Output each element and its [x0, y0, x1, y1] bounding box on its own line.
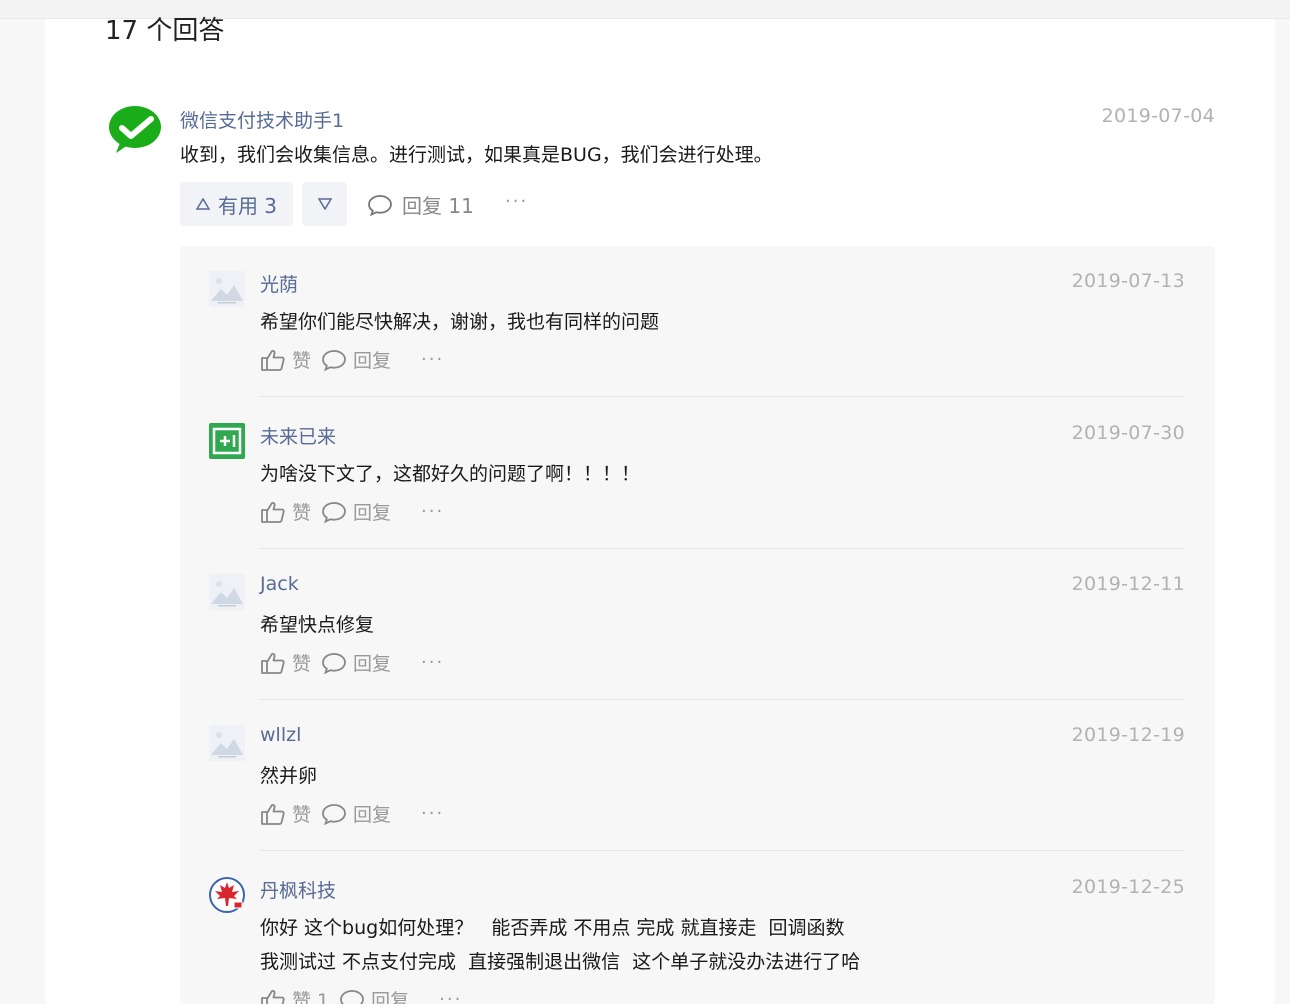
upvote-button[interactable]: 有用 3	[180, 182, 293, 226]
comment-date: 2019-07-30	[1071, 422, 1185, 444]
thumbs-up-icon	[261, 803, 285, 825]
reply-label: 回复	[371, 990, 410, 1004]
triangle-up-icon	[195, 198, 210, 210]
like-button[interactable]: 赞	[260, 346, 311, 373]
comment-actions: 赞 回复 ···	[260, 800, 444, 827]
wechat-logo-avatar[interactable]	[108, 105, 162, 155]
thumbs-up-icon	[261, 349, 285, 371]
comment-item: 光荫 2019-07-13 希望你们能尽快解决，谢谢，我也有同样的问题 赞 回复…	[180, 246, 1215, 397]
more-button[interactable]: ···	[421, 501, 444, 522]
comment-bubble-icon	[322, 652, 346, 674]
comment-text: 为啥没下文了，这都好久的问题了啊！！！！	[260, 463, 641, 485]
answer-reply-label: 回复 11	[402, 194, 474, 218]
like-label: 赞 1	[292, 990, 330, 1004]
avatar-maple-leaf-icon[interactable]	[209, 877, 245, 913]
comment-bubble-icon	[368, 194, 392, 216]
comment-item: 未来已来 2019-07-30 为啥没下文了，这都好久的问题了啊！！！！ 赞 回…	[180, 398, 1215, 549]
answer-more-button[interactable]: ···	[505, 191, 528, 212]
comments-panel: 光荫 2019-07-13 希望你们能尽快解决，谢谢，我也有同样的问题 赞 回复…	[180, 246, 1215, 1004]
comment-text-line-2: 我测试过 不点支付完成 直接强制退出微信 这个单子就没办法进行了哈	[260, 951, 861, 973]
triangle-down-icon	[317, 198, 332, 210]
reply-button[interactable]: 回复	[321, 800, 391, 827]
answer-author-link[interactable]: 微信支付技术助手1	[180, 106, 344, 133]
comment-author-link[interactable]: 未来已来	[260, 422, 336, 449]
avatar-placeholder-icon[interactable]	[209, 271, 245, 307]
avatar-placeholder-icon[interactable]	[209, 574, 245, 610]
thumbs-up-icon	[261, 989, 285, 1004]
comment-bubble-icon	[322, 501, 346, 523]
reply-label: 回复	[353, 502, 392, 524]
avatar-green-plus-icon[interactable]	[209, 423, 245, 459]
comment-actions: 赞 回复 ···	[260, 649, 444, 676]
reply-button[interactable]: 回复	[321, 346, 391, 373]
like-button[interactable]: 赞 1	[260, 986, 329, 1004]
comment-actions: 赞 回复 ···	[260, 346, 444, 373]
reply-label: 回复	[353, 653, 392, 675]
comment-item: 丹枫科技 2019-12-25 你好 这个bug如何处理？ 能否弄成 不用点 完…	[180, 852, 1215, 1004]
thumbs-up-icon	[261, 501, 285, 523]
comment-author-link[interactable]: 丹枫科技	[260, 876, 336, 903]
avatar-placeholder-icon[interactable]	[209, 725, 245, 761]
like-button[interactable]: 赞	[260, 498, 311, 525]
thumbs-up-icon	[261, 652, 285, 674]
divider	[260, 396, 1185, 397]
comment-text: 然并卵	[260, 765, 318, 787]
like-label: 赞	[292, 804, 312, 826]
comment-item: Jack 2019-12-11 希望快点修复 赞 回复 ···	[180, 549, 1215, 700]
comment-author-link[interactable]: wllzl	[260, 724, 301, 746]
comment-text-line-1: 你好 这个bug如何处理？ 能否弄成 不用点 完成 就直接走 回调函数	[260, 917, 845, 939]
comment-date: 2019-12-19	[1071, 724, 1185, 746]
downvote-button[interactable]	[302, 182, 347, 226]
more-button[interactable]: ···	[439, 989, 462, 1004]
comment-bubble-icon	[322, 349, 346, 371]
reply-label: 回复	[353, 804, 392, 826]
reply-button[interactable]: 回复	[321, 649, 391, 676]
reply-label: 回复	[353, 350, 392, 372]
reply-button[interactable]: 回复	[339, 986, 409, 1004]
answers-card: 17 个回答 微信支付技术助手1 2019-07-04 收到，我们会收集信息。进…	[45, 16, 1275, 1004]
comment-author-link[interactable]: 光荫	[260, 270, 298, 297]
comment-text: 希望快点修复	[260, 614, 375, 636]
like-button[interactable]: 赞	[260, 649, 311, 676]
comment-item: wllzl 2019-12-19 然并卵 赞 回复 ···	[180, 700, 1215, 851]
answers-count-title: 17 个回答	[105, 16, 225, 46]
upvote-label: 有用 3	[217, 193, 278, 218]
comment-date: 2019-12-25	[1071, 876, 1185, 898]
like-button[interactable]: 赞	[260, 800, 311, 827]
answer-date: 2019-07-04	[1101, 105, 1215, 127]
comment-actions: 赞 1 回复 ···	[260, 986, 462, 1004]
more-button[interactable]: ···	[421, 652, 444, 673]
like-label: 赞	[292, 502, 312, 524]
comment-date: 2019-07-13	[1071, 270, 1185, 292]
more-button[interactable]: ···	[421, 349, 444, 370]
reply-button[interactable]: 回复	[321, 498, 391, 525]
comment-text: 希望你们能尽快解决，谢谢，我也有同样的问题	[260, 311, 660, 333]
comment-author-link[interactable]: Jack	[260, 573, 299, 595]
comment-text: 你好 这个bug如何处理？ 能否弄成 不用点 完成 就直接走 回调函数 我测试过…	[260, 911, 860, 979]
like-label: 赞	[292, 653, 312, 675]
comment-actions: 赞 回复 ···	[260, 498, 444, 525]
like-label: 赞	[292, 350, 312, 372]
answer-reply-button[interactable]: 回复 11	[367, 190, 474, 219]
answer-text: 收到，我们会收集信息。进行测试，如果真是BUG，我们会进行处理。	[180, 144, 773, 166]
divider	[260, 850, 1185, 851]
comment-date: 2019-12-11	[1071, 573, 1185, 595]
more-button[interactable]: ···	[421, 803, 444, 824]
comment-bubble-icon	[322, 803, 346, 825]
comment-bubble-icon	[340, 989, 365, 1004]
